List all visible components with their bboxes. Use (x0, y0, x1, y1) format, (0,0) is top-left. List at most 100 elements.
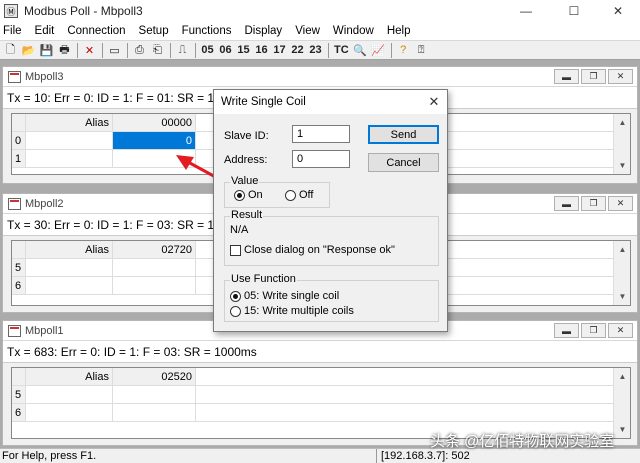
restore-button[interactable]: ❐ (581, 323, 606, 338)
address-label: Address: (224, 154, 268, 166)
menu-setup[interactable]: Setup (139, 25, 169, 37)
help-icon[interactable]: ? (395, 42, 412, 59)
disconnect-icon[interactable]: ⎗ (149, 42, 166, 59)
scroll-down-icon[interactable]: ▼ (614, 288, 630, 305)
vertical-scrollbar[interactable]: ▲ ▼ (613, 114, 630, 174)
toolbar-separator (77, 42, 78, 58)
window-mbpoll1[interactable]: Mbpoll1 ▬ ❐ ✕ Tx = 683: Err = 0: ID = 1:… (2, 320, 638, 446)
scroll-up-icon[interactable]: ▲ (614, 368, 630, 385)
alias-column-header[interactable]: Alias (26, 241, 113, 258)
delete-icon[interactable]: ✕ (81, 42, 98, 59)
value-cell[interactable] (113, 404, 196, 421)
scroll-down-icon[interactable]: ▼ (614, 421, 630, 438)
dialog-titlebar[interactable]: Write Single Coil ✕ (214, 90, 447, 114)
menu-file[interactable]: File (3, 25, 22, 37)
restore-button[interactable]: ❐ (581, 69, 606, 84)
result-group-label: Result (230, 209, 264, 221)
minimize-button[interactable]: ▬ (554, 323, 579, 338)
connection-status: [192.168.3.7]: 502 (376, 449, 470, 463)
close-button[interactable]: ✕ (608, 196, 633, 211)
value-cell[interactable]: 0 (113, 132, 196, 149)
window-icon[interactable]: ▭ (106, 42, 123, 59)
function-22-button[interactable]: 22 (289, 42, 306, 59)
row-index: 5 (12, 259, 26, 276)
alias-cell[interactable] (26, 259, 113, 276)
menu-connection[interactable]: Connection (67, 25, 125, 37)
chart-icon[interactable]: 📈 (370, 42, 387, 59)
window-titlebar[interactable]: Mbpoll3 ▬ ❐ ✕ (3, 67, 637, 87)
row-index: 0 (12, 132, 26, 149)
address-input[interactable]: 0 (292, 150, 350, 168)
value-cell[interactable] (113, 150, 196, 167)
save-icon[interactable]: 💾 (38, 42, 55, 59)
row-index: 6 (12, 404, 26, 421)
value-column-header[interactable]: 02720 (113, 241, 196, 258)
close-button[interactable]: ✕ (596, 0, 640, 22)
function-06-button[interactable]: 06 (217, 42, 234, 59)
value-cell[interactable] (113, 259, 196, 276)
toolbar-separator (195, 42, 196, 58)
radio-selected-icon (230, 290, 241, 302)
poll-status: Tx = 683: Err = 0: ID = 1: F = 03: SR = … (3, 341, 637, 363)
menu-edit[interactable]: Edit (35, 25, 55, 37)
menu-view[interactable]: View (295, 25, 320, 37)
function-17-button[interactable]: 17 (271, 42, 288, 59)
scroll-up-icon[interactable]: ▲ (614, 114, 630, 131)
row-index: 5 (12, 386, 26, 403)
result-text: N/A (230, 224, 249, 236)
menu-help[interactable]: Help (387, 25, 411, 37)
menu-display[interactable]: Display (244, 25, 282, 37)
value-off-radio[interactable]: Off (285, 189, 313, 201)
menu-window[interactable]: Window (333, 25, 374, 37)
value-on-radio[interactable]: On (234, 189, 263, 201)
alias-column-header[interactable]: Alias (26, 368, 113, 385)
table-row: 6 (12, 404, 630, 422)
close-dialog-label: Close dialog on "Response ok" (244, 244, 395, 256)
context-help-icon[interactable]: ⍰ (413, 42, 430, 59)
close-icon[interactable]: ✕ (425, 93, 443, 111)
function-15-radio[interactable]: 15: Write multiple coils (230, 305, 354, 317)
alias-cell[interactable] (26, 150, 113, 167)
function-05-button[interactable]: 05 (199, 42, 216, 59)
vertical-scrollbar[interactable]: ▲ ▼ (613, 241, 630, 305)
connect-icon[interactable]: ⎙ (131, 42, 148, 59)
alias-column-header[interactable]: Alias (26, 114, 113, 131)
alias-cell[interactable] (26, 386, 113, 403)
value-group-label: Value (230, 175, 260, 187)
document-icon (8, 70, 21, 83)
value-cell[interactable] (113, 386, 196, 403)
menu-functions[interactable]: Functions (182, 25, 232, 37)
send-button[interactable]: Send (368, 125, 439, 144)
value-column-header[interactable]: 00000 (113, 114, 196, 131)
alias-cell[interactable] (26, 277, 113, 294)
close-dialog-checkbox[interactable]: Close dialog on "Response ok" (230, 244, 395, 256)
print-icon[interactable]: 🖶 (56, 42, 73, 59)
monitor-icon[interactable]: 🔍 (352, 42, 369, 59)
function-05-radio[interactable]: 05: Write single coil (230, 290, 339, 302)
document-icon (8, 197, 21, 210)
cancel-button[interactable]: Cancel (368, 153, 439, 172)
open-folder-icon[interactable]: 📂 (20, 42, 37, 59)
maximize-button[interactable]: ☐ (552, 0, 596, 22)
slave-id-input[interactable]: 1 (292, 125, 350, 143)
value-cell[interactable] (113, 277, 196, 294)
alias-cell[interactable] (26, 132, 113, 149)
value-column-header[interactable]: 02520 (113, 368, 196, 385)
minimize-button[interactable]: ▬ (554, 196, 579, 211)
close-button[interactable]: ✕ (608, 323, 633, 338)
function-16-button[interactable]: 16 (253, 42, 270, 59)
minimize-button[interactable]: — (504, 0, 548, 22)
tc-button[interactable]: TC (332, 42, 351, 59)
pulse-icon[interactable]: ⎍ (174, 42, 191, 59)
scroll-up-icon[interactable]: ▲ (614, 241, 630, 258)
function-23-button[interactable]: 23 (307, 42, 324, 59)
scroll-down-icon[interactable]: ▼ (614, 157, 630, 174)
restore-button[interactable]: ❐ (581, 196, 606, 211)
new-file-icon[interactable]: 🗋 (2, 42, 19, 59)
vertical-scrollbar[interactable]: ▲ ▼ (613, 368, 630, 438)
minimize-button[interactable]: ▬ (554, 69, 579, 84)
close-button[interactable]: ✕ (608, 69, 633, 84)
alias-cell[interactable] (26, 404, 113, 421)
checkbox-icon (230, 244, 241, 256)
function-15-button[interactable]: 15 (235, 42, 252, 59)
